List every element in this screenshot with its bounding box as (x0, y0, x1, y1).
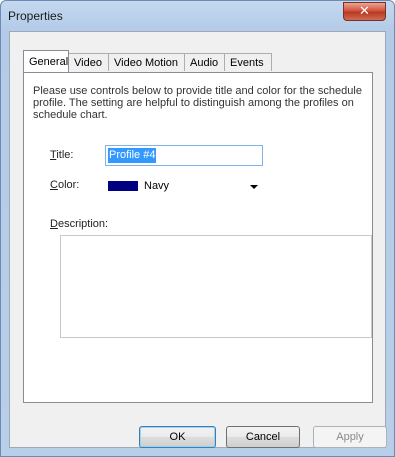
intro-text: Please use controls below to provide tit… (33, 85, 362, 121)
description-label: Description: (50, 218, 109, 230)
title-input-value: Profile #4 (108, 148, 157, 163)
close-icon: ✕ (359, 4, 370, 19)
cancel-button[interactable]: Cancel (226, 426, 300, 448)
title-bar[interactable]: Properties ✕ (1, 1, 394, 31)
description-textarea[interactable] (60, 235, 372, 338)
general-tab-panel: Please use controls below to provide tit… (23, 72, 373, 403)
ok-button[interactable]: OK (139, 426, 216, 448)
dialog-client: General Video Video Motion Audio Events … (9, 31, 387, 448)
tab-video[interactable]: Video (68, 53, 109, 71)
color-dropdown[interactable]: Navy (105, 176, 263, 196)
properties-window: Properties ✕ General Video Video Motion … (0, 0, 395, 457)
close-button[interactable]: ✕ (343, 2, 386, 21)
tab-video-motion[interactable]: Video Motion (108, 53, 185, 71)
color-swatch (108, 181, 138, 191)
title-input[interactable]: Profile #4 (105, 145, 263, 166)
color-dropdown-value: Navy (144, 180, 170, 192)
tab-audio[interactable]: Audio (184, 53, 225, 71)
title-label: Title: (50, 149, 74, 161)
tab-events[interactable]: Events (224, 53, 272, 71)
apply-button[interactable]: Apply (313, 426, 387, 448)
tab-general[interactable]: General (23, 50, 69, 72)
color-label: Color: (50, 179, 80, 191)
window-title: Properties (8, 9, 63, 23)
chevron-down-icon (250, 185, 258, 189)
